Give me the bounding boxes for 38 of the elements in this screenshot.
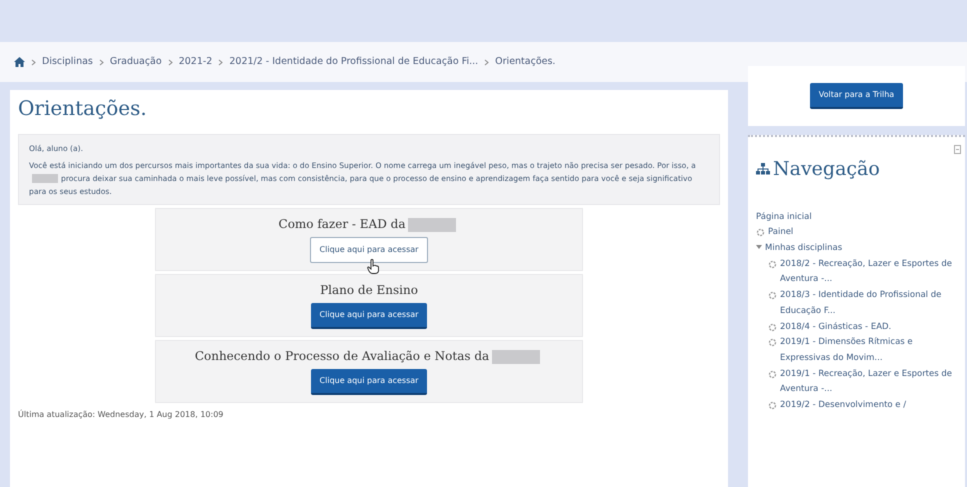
sitemap-icon [756, 163, 770, 176]
chevron-icon [218, 58, 224, 66]
nav-link-item[interactable]: 2019/1 - Dimensões Rítmicas e Expressivas do Movim... [780, 335, 957, 367]
section-heading: Plano de Ensino [319, 282, 419, 299]
last-updated-text: Última atualização: Wednesday, 1 Aug 2018, 10:09 [18, 408, 224, 421]
nav-link-item[interactable]: Página inicial [756, 210, 812, 226]
back-to-trail-button[interactable]: Voltar para a Trilha [810, 83, 904, 109]
access-button[interactable]: Clique aqui para acessar [310, 302, 428, 329]
collapse-icon[interactable] [954, 145, 961, 154]
course-icon [768, 370, 777, 379]
nav-link-item[interactable]: Painel [768, 225, 794, 241]
chevron-icon [31, 58, 36, 66]
section-heading: Conhecendo o Processo de Avaliação e Notas da [156, 346, 582, 365]
access-button[interactable]: Clique aqui para acessar [310, 236, 428, 263]
chevron-icon [484, 58, 490, 66]
nav-link-item[interactable]: Minhas disciplinas [765, 240, 842, 257]
course-icon [768, 401, 777, 410]
nav-link-item[interactable]: 2018/2 - Recreação, Lazer e Esportes de Aventura -... [780, 256, 957, 288]
nav-link-item[interactable]: 2019/1 - Recreação, Lazer e Esportes de Aventura -... [780, 366, 957, 398]
access-button[interactable]: Clique aqui para acessar [310, 368, 428, 395]
nav-link-item[interactable]: 2018/4 - Ginásticas - EAD. [780, 320, 892, 336]
nav-link-item[interactable]: 2019/2 - Desenvolvimento e / [780, 398, 906, 414]
section-heading: Como fazer - EAD da [156, 214, 582, 233]
breadcrumb-link[interactable]: Disciplinas [42, 54, 93, 70]
breadcrumb-current: Orientações. [495, 54, 556, 69]
breadcrumb-link[interactable]: 2021/2 - Identidade do Profissional de Educação Fi... [229, 54, 478, 70]
breadcrumb-link[interactable]: 2021-2 [178, 54, 212, 70]
chevron-icon [98, 58, 104, 66]
breadcrumb-link[interactable]: Graduação [110, 54, 162, 70]
nav-link-item[interactable]: 2018/3 - Identidade do Profissional de Educação F... [780, 288, 957, 320]
page-title: Orientações. [18, 96, 148, 120]
course-icon [768, 291, 777, 300]
home-icon[interactable] [14, 57, 25, 67]
caret-down-icon[interactable] [756, 244, 762, 250]
chevron-icon [168, 58, 173, 66]
course-icon [768, 260, 777, 269]
navigation-title: Navegação [773, 157, 880, 182]
course-icon [756, 228, 765, 238]
